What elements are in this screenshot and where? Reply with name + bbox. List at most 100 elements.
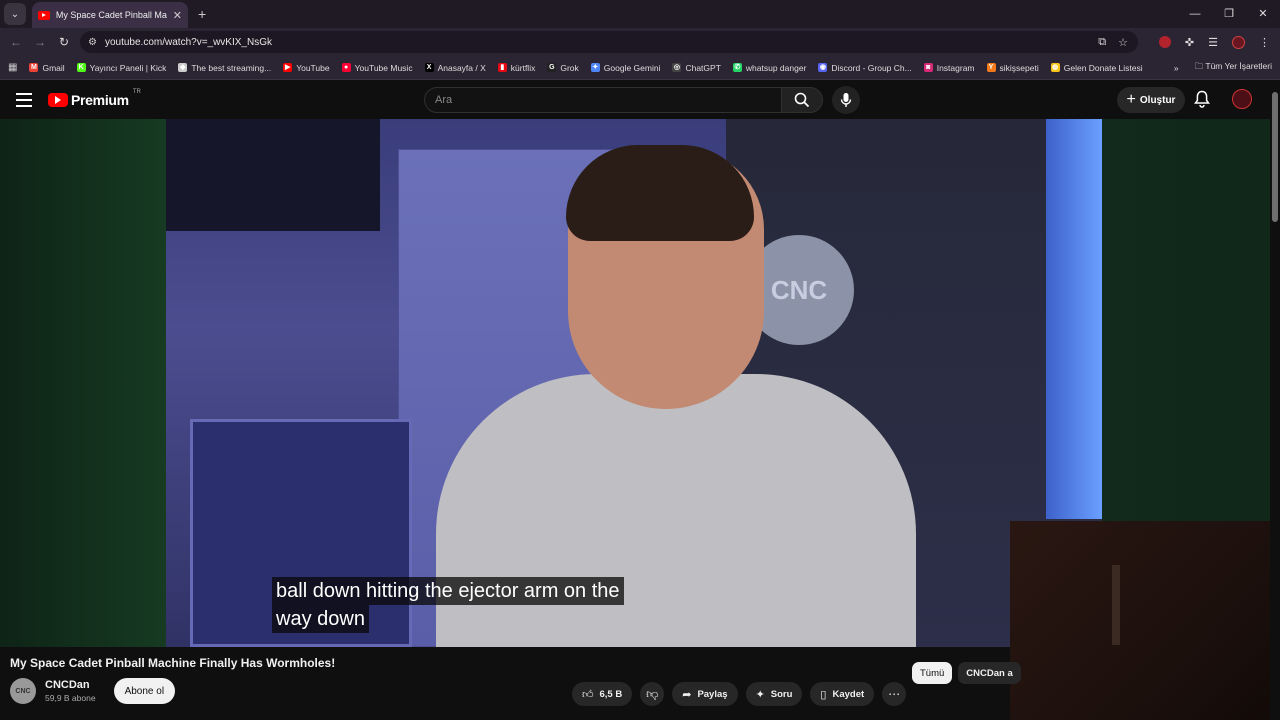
bookmark-label: Google Gemini — [603, 62, 661, 73]
bookmark-item[interactable]: ◙ Instagram — [923, 63, 975, 73]
bookmark-item[interactable]: ▮ kürtflix — [497, 62, 536, 73]
address-bar[interactable]: ⚙ youtube.com/watch?v=_wvKIX_NsGk ⧉ ☆ — [80, 31, 1138, 53]
search-icon — [794, 92, 810, 108]
page-scrollbar[interactable] — [1270, 80, 1280, 720]
channel-name[interactable]: CNCDan — [45, 679, 96, 691]
notifications-button[interactable] — [1193, 90, 1211, 113]
youtube-play-logo-icon — [48, 93, 68, 107]
media-control-icon[interactable]: ☰ — [1208, 36, 1218, 49]
channel-avatar[interactable]: CNC — [10, 678, 36, 704]
video-title: My Space Cadet Pinball Machine Finally H… — [10, 656, 336, 670]
back-button[interactable]: ← — [4, 35, 28, 49]
chip-channel[interactable]: CNCDan a — [958, 662, 1021, 684]
more-actions-button[interactable]: ⋯ — [882, 682, 907, 706]
scrollbar-thumb[interactable] — [1272, 92, 1278, 222]
dislike-button[interactable]: 👎︎ — [640, 682, 665, 706]
channel-row: CNC CNCDan 59,9 B abone Abone ol — [10, 678, 176, 704]
video-actions: 👍︎ 6,5 B 👎︎ ➦ Paylaş ✦ Soru ▯ Kaydet ⋯ — [572, 682, 907, 706]
restore-button[interactable]: ❐ — [1212, 0, 1246, 28]
bell-icon — [1193, 90, 1211, 108]
bookmark-item[interactable]: M Gmail — [29, 62, 65, 73]
toolbar-extensions: ✜ ☰ ⋮ — [1158, 28, 1270, 56]
bookmark-label: kürtflix — [510, 62, 536, 73]
bookmark-favicon-icon: ✆ — [732, 63, 742, 72]
ask-label: Soru — [770, 688, 793, 700]
chip-all[interactable]: Tümü — [912, 662, 953, 684]
omnibox-actions: ⧉ ☆ — [1098, 31, 1128, 53]
bookmark-item[interactable]: ▶ YouTube — [283, 63, 330, 73]
create-button[interactable]: + Oluştur — [1117, 87, 1185, 113]
like-button[interactable]: 👍︎ 6,5 B — [572, 682, 633, 706]
bookmark-favicon-icon: ◆ — [178, 63, 188, 72]
menu-hamburger-icon[interactable] — [16, 93, 32, 107]
account-avatar[interactable] — [1232, 89, 1252, 109]
subscribe-button[interactable]: Abone ol — [113, 678, 176, 704]
profile-avatar-icon[interactable] — [1232, 35, 1245, 49]
bookmark-item[interactable]: ◎ ChatGPT — [672, 62, 721, 73]
ask-button[interactable]: ✦ Soru — [745, 682, 803, 706]
bookmark-item[interactable]: Ysikişsepeti — [986, 63, 1039, 73]
all-bookmarks-folder[interactable]: 🗀 Tüm Yer İşaretleri — [1195, 61, 1272, 75]
browser-menu-icon[interactable]: ⋮ — [1259, 36, 1270, 49]
bookmark-label: Gelen Donate Listesi — [1063, 62, 1143, 73]
search-input[interactable]: Ara — [424, 87, 782, 113]
bookmark-item[interactable]: ✦ Google Gemini — [590, 62, 661, 73]
forward-button[interactable]: → — [28, 35, 52, 49]
create-label: Oluştur — [1139, 94, 1176, 106]
bookmarks-overflow-button[interactable]: » — [1174, 63, 1179, 73]
youtube-favicon-icon — [38, 10, 50, 20]
bookmark-star-icon[interactable]: ☆ — [1118, 36, 1128, 49]
site-info-icon[interactable]: ⚙ — [88, 37, 97, 48]
bookmarks-bar-right: » 🗀 Tüm Yer İşaretleri — [1174, 56, 1272, 80]
bookmark-favicon-icon: Y — [986, 63, 996, 72]
bookmark-icon: ▯ — [820, 688, 827, 701]
search-button[interactable] — [781, 87, 823, 113]
share-label: Paylaş — [697, 688, 728, 700]
bookmark-label: Grok — [560, 62, 579, 73]
youtube-header: Premium TR Ara + Oluştur — [0, 80, 1280, 120]
close-tab-icon[interactable]: ✕ — [173, 9, 182, 22]
folder-icon: 🗀 — [1194, 61, 1204, 71]
close-window-button[interactable]: ✕ — [1246, 0, 1280, 28]
browser-tab-bar: ⌄ My Space Cadet Pinball Machine Finally… — [0, 0, 1280, 28]
bookmarks-bar: ▦ M Gmail K Yayıncı Paneli | Kick ◆ The best … — [0, 56, 1280, 80]
share-button[interactable]: ➦ Paylaş — [672, 682, 738, 706]
sparkle-icon: ✦ — [755, 688, 765, 701]
bookmark-label: ChatGPT — [685, 62, 721, 73]
bookmark-label: Anasayfa / X — [437, 62, 486, 73]
bookmark-item[interactable]: G Grok — [547, 62, 579, 73]
bookmark-favicon-icon: ◙ — [923, 63, 933, 72]
install-app-icon[interactable]: ⧉ — [1098, 36, 1106, 49]
bookmark-item[interactable]: K Yayıncı Paneli | Kick — [76, 62, 167, 73]
bookmark-label: Yayıncı Paneli | Kick — [89, 62, 167, 73]
reload-button[interactable]: ↻ — [52, 35, 76, 49]
youtube-logo[interactable]: Premium TR — [48, 89, 141, 108]
bookmark-favicon-icon: ● — [341, 63, 351, 72]
minimize-button[interactable]: — — [1178, 0, 1212, 28]
plus-icon: + — [1126, 91, 1136, 108]
apps-grid-icon[interactable]: ▦ — [8, 62, 17, 73]
thumbs-down-icon: 👎︎ — [646, 686, 659, 701]
bookmark-favicon-icon: G — [547, 63, 557, 72]
tab-search-button[interactable]: ⌄ — [4, 3, 26, 25]
bookmark-item[interactable]: ◉ Discord - Group Ch... — [818, 63, 912, 73]
bookmark-favicon-icon: X — [424, 63, 434, 72]
bookmark-item[interactable]: ● YouTube Music — [341, 63, 413, 73]
window-controls: — ❐ ✕ — [1178, 0, 1280, 28]
voice-search-button[interactable] — [832, 86, 860, 114]
extension-icon[interactable] — [1158, 36, 1171, 48]
save-button[interactable]: ▯ Kaydet — [810, 682, 875, 706]
share-arrow-icon: ➦ — [682, 688, 692, 701]
puzzle-extensions-icon[interactable]: ✜ — [1185, 36, 1194, 49]
url-text: youtube.com/watch?v=_wvKIX_NsGk — [104, 36, 272, 48]
bookmark-item[interactable]: ◍ Gelen Donate Listesi — [1050, 62, 1143, 73]
bookmark-label: Gmail — [42, 62, 65, 73]
bookmark-favicon-icon: K — [76, 63, 86, 72]
active-tab[interactable]: My Space Cadet Pinball Machine Finally H… — [32, 2, 188, 28]
bookmark-item[interactable]: ✆ whatsup danger — [732, 63, 806, 73]
video-frame[interactable]: CNC ball down hitting the ejector arm on… — [166, 119, 1102, 647]
bookmark-favicon-icon: ▮ — [497, 63, 507, 72]
bookmark-item[interactable]: ◆ The best streaming... — [178, 63, 271, 73]
new-tab-button[interactable]: + — [198, 6, 206, 22]
bookmark-item[interactable]: X Anasayfa / X — [424, 62, 486, 73]
